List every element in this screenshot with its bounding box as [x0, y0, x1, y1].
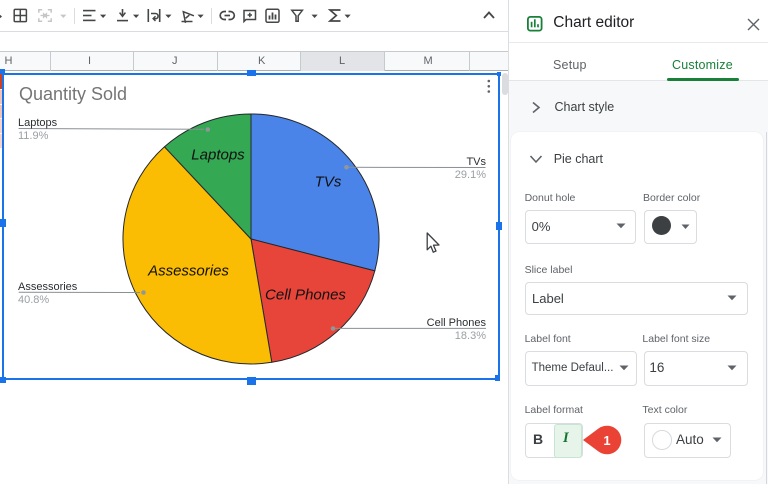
svg-text:1: 1	[603, 433, 610, 448]
